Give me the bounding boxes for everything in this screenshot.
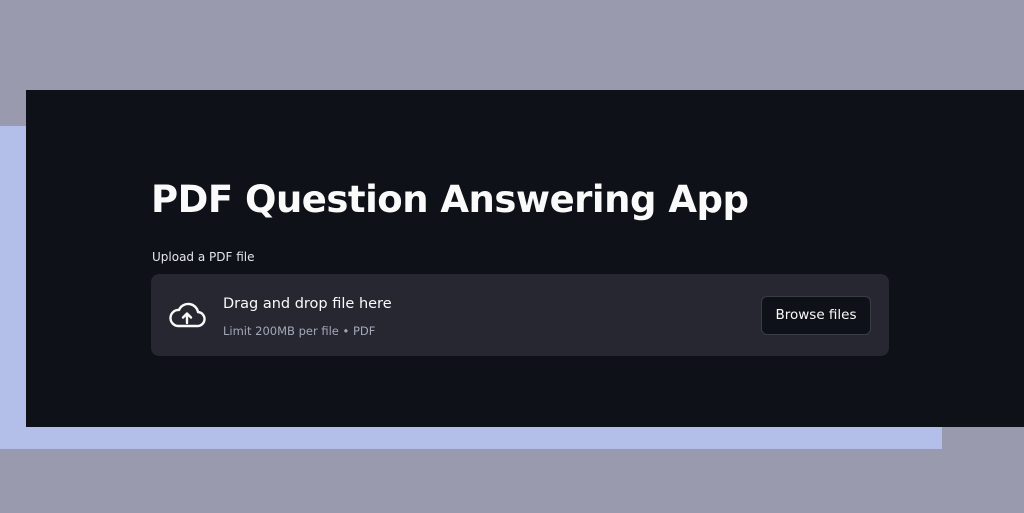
cloud-upload-icon [169, 302, 206, 328]
file-uploader-label: Upload a PDF file [152, 250, 255, 264]
browse-files-button[interactable]: Browse files [761, 296, 871, 335]
page-title: PDF Question Answering App [151, 178, 749, 221]
dropzone-file-limit: Limit 200MB per file • PDF [223, 324, 376, 338]
dropzone-instruction: Drag and drop file here [223, 296, 392, 312]
app-window: PDF Question Answering App Upload a PDF … [26, 90, 1024, 427]
file-dropzone[interactable]: Drag and drop file here Limit 200MB per … [151, 274, 889, 356]
